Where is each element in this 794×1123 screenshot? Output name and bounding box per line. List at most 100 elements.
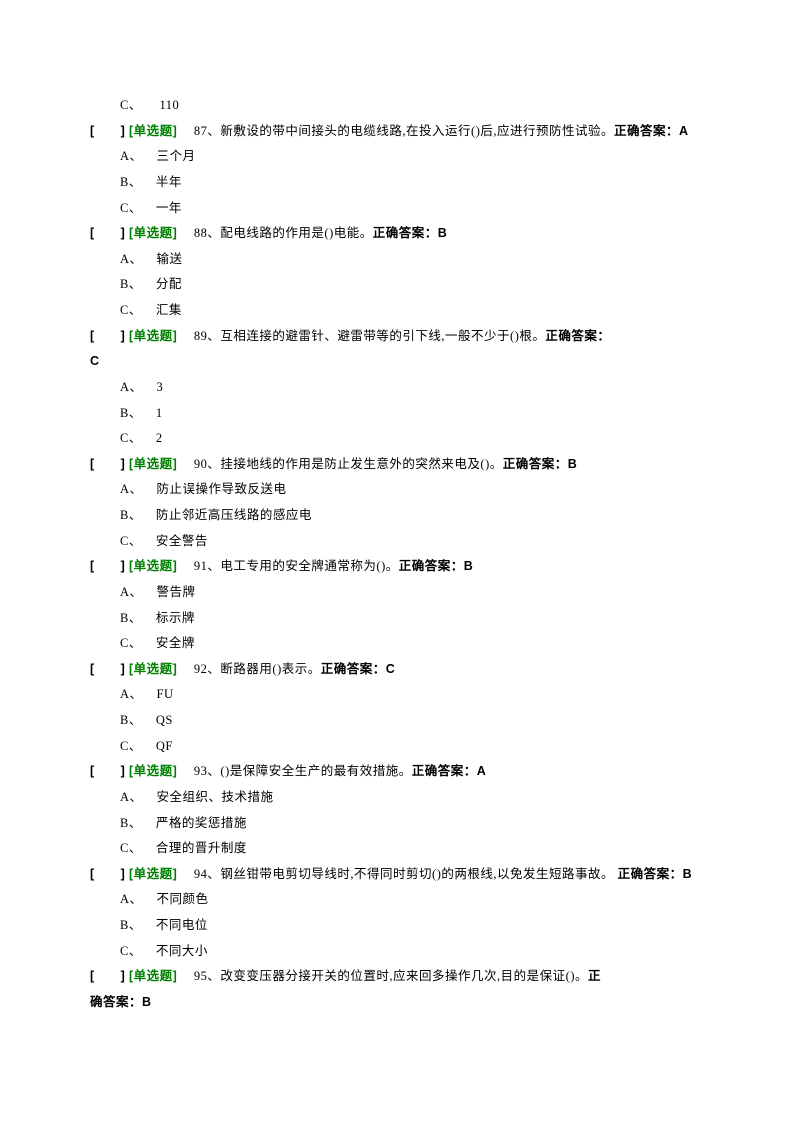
- question-line: [ ] [单选题] 95、改变变压器分接开关的位置时,应来回多操作几次,目的是保…: [90, 964, 704, 990]
- list-item: C、安全警告: [90, 529, 704, 555]
- question-line: [ ] [单选题] 91、电工专用的安全牌通常称为()。正确答案：B: [90, 554, 704, 580]
- page-content: C、 110 [ ] [单选题] 87、新敷设的带中间接头的电缆线路,在投入运行…: [0, 0, 794, 1016]
- option-text: 安全牌: [156, 631, 195, 657]
- option-text: 标示牌: [156, 606, 195, 632]
- question-number: 92: [181, 662, 208, 676]
- option-letter: C、: [120, 426, 142, 452]
- question-type-tag: [单选题]: [129, 764, 177, 778]
- list-item: B、分配: [90, 272, 704, 298]
- option-text: 三个月: [157, 144, 196, 170]
- option-letter: B、: [120, 606, 142, 632]
- option-text: QS: [156, 708, 173, 734]
- question-text: 、()是保障安全生产的最有效措施。: [207, 764, 411, 778]
- list-item: C、汇集: [90, 298, 704, 324]
- question-text: 、改变变压器分接开关的位置时,应来回多操作几次,目的是保证()。: [207, 969, 588, 983]
- question-number: 93: [181, 764, 208, 778]
- list-item: B、标示牌: [90, 606, 704, 632]
- question-text: 、电工专用的安全牌通常称为()。: [207, 559, 398, 573]
- option-text: 防止邻近高压线路的感应电: [156, 503, 312, 529]
- option-text: 不同电位: [156, 913, 208, 939]
- option-letter: C、: [120, 298, 142, 324]
- option-letter: A、: [120, 375, 143, 401]
- question-text: 、断路器用()表示。: [207, 662, 320, 676]
- option-letter: B、: [120, 170, 142, 196]
- option-text: 110: [159, 93, 179, 119]
- list-item: B、防止邻近高压线路的感应电: [90, 503, 704, 529]
- list-item: A、三个月: [90, 144, 704, 170]
- question-number: 95: [181, 969, 208, 983]
- option-letter: B、: [120, 272, 142, 298]
- checkbox-bracket: [ ]: [90, 124, 125, 138]
- question-line: [ ] [单选题] 89、互相连接的避雷针、避雷带等的引下线,一般不少于()根。…: [90, 324, 704, 350]
- checkbox-bracket: [ ]: [90, 457, 125, 471]
- question-text: 、挂接地线的作用是防止发生意外的突然来电及()。: [207, 457, 502, 471]
- question-text: 、配电线路的作用是()电能。: [207, 226, 372, 240]
- answer-label: 正确答案：B: [618, 867, 693, 881]
- option-letter: C、: [120, 529, 142, 555]
- checkbox-bracket: [ ]: [90, 969, 125, 983]
- checkbox-bracket: [ ]: [90, 662, 125, 676]
- list-item: C、不同大小: [90, 939, 704, 965]
- option-letter: A、: [120, 887, 143, 913]
- question-type-tag: [单选题]: [129, 662, 177, 676]
- option-text: 不同大小: [156, 939, 208, 965]
- answer-label: 正确答案：C: [321, 662, 396, 676]
- question-type-tag: [单选题]: [129, 457, 177, 471]
- list-item: C、一年: [90, 196, 704, 222]
- option-letter: A、: [120, 785, 143, 811]
- option-text: QF: [156, 734, 173, 760]
- question-line: [ ] [单选题] 93、()是保障安全生产的最有效措施。正确答案：A: [90, 759, 704, 785]
- list-item: B、半年: [90, 170, 704, 196]
- question-type-tag: [单选题]: [129, 124, 177, 138]
- option-text: 防止误操作导致反送电: [157, 477, 287, 503]
- list-item: B、 QS: [90, 708, 704, 734]
- list-item: B、严格的奖惩措施: [90, 811, 704, 837]
- list-item: B、不同电位: [90, 913, 704, 939]
- answer-label: 确答案：B: [90, 995, 152, 1009]
- question-line: [ ] [单选题] 90、挂接地线的作用是防止发生意外的突然来电及()。正确答案…: [90, 452, 704, 478]
- question-number: 94: [181, 867, 208, 881]
- question-text: 、新敷设的带中间接头的电缆线路,在投入运行()后,应进行预防性试验。: [207, 124, 614, 138]
- question-type-tag: [单选题]: [129, 969, 177, 983]
- option-text: FU: [157, 682, 174, 708]
- list-item: A、输送: [90, 247, 704, 273]
- checkbox-bracket: [ ]: [90, 329, 125, 343]
- option-text: 3: [157, 375, 164, 401]
- option-letter: C、: [120, 631, 142, 657]
- question-type-tag: [单选题]: [129, 226, 177, 240]
- list-item: A、 FU: [90, 682, 704, 708]
- question-line: [ ] [单选题] 87、新敷设的带中间接头的电缆线路,在投入运行()后,应进行…: [90, 119, 704, 145]
- option-letter: A、: [120, 477, 143, 503]
- option-text: 安全组织、技术措施: [157, 785, 274, 811]
- option-letter: A、: [120, 247, 143, 273]
- question-number: 90: [181, 457, 208, 471]
- question-text: 、钢丝钳带电剪切导线时,不得同时剪切()的两根线,以免发生短路事故。: [207, 867, 617, 881]
- answer-label-prefix: 正: [588, 969, 601, 983]
- option-letter: C、: [120, 836, 142, 862]
- question-line: [ ] [单选题] 92、断路器用()表示。正确答案：C: [90, 657, 704, 683]
- list-item: C、2: [90, 426, 704, 452]
- question-type-tag: [单选题]: [129, 329, 177, 343]
- list-item: A、防止误操作导致反送电: [90, 477, 704, 503]
- option-letter: C、: [120, 734, 142, 760]
- option-letter: A、: [120, 580, 143, 606]
- option-letter: B、: [120, 401, 142, 427]
- option-text: 输送: [157, 247, 183, 273]
- question-number: 87: [181, 124, 208, 138]
- answer-label: 正确答案：B: [373, 226, 448, 240]
- question-line: [ ] [单选题] 88、配电线路的作用是()电能。正确答案：B: [90, 221, 704, 247]
- list-item: C、 110: [90, 93, 704, 119]
- answer-line: C: [90, 349, 704, 375]
- checkbox-bracket: [ ]: [90, 559, 125, 573]
- option-letter: B、: [120, 708, 142, 734]
- option-text: 严格的奖惩措施: [156, 811, 247, 837]
- answer-label: 正确答案：: [545, 329, 610, 343]
- option-letter: A、: [120, 682, 143, 708]
- option-letter: B、: [120, 503, 142, 529]
- question-type-tag: [单选题]: [129, 867, 177, 881]
- list-item: C、安全牌: [90, 631, 704, 657]
- checkbox-bracket: [ ]: [90, 867, 125, 881]
- option-letter: B、: [120, 913, 142, 939]
- option-text: 合理的晋升制度: [156, 836, 247, 862]
- list-item: C、合理的晋升制度: [90, 836, 704, 862]
